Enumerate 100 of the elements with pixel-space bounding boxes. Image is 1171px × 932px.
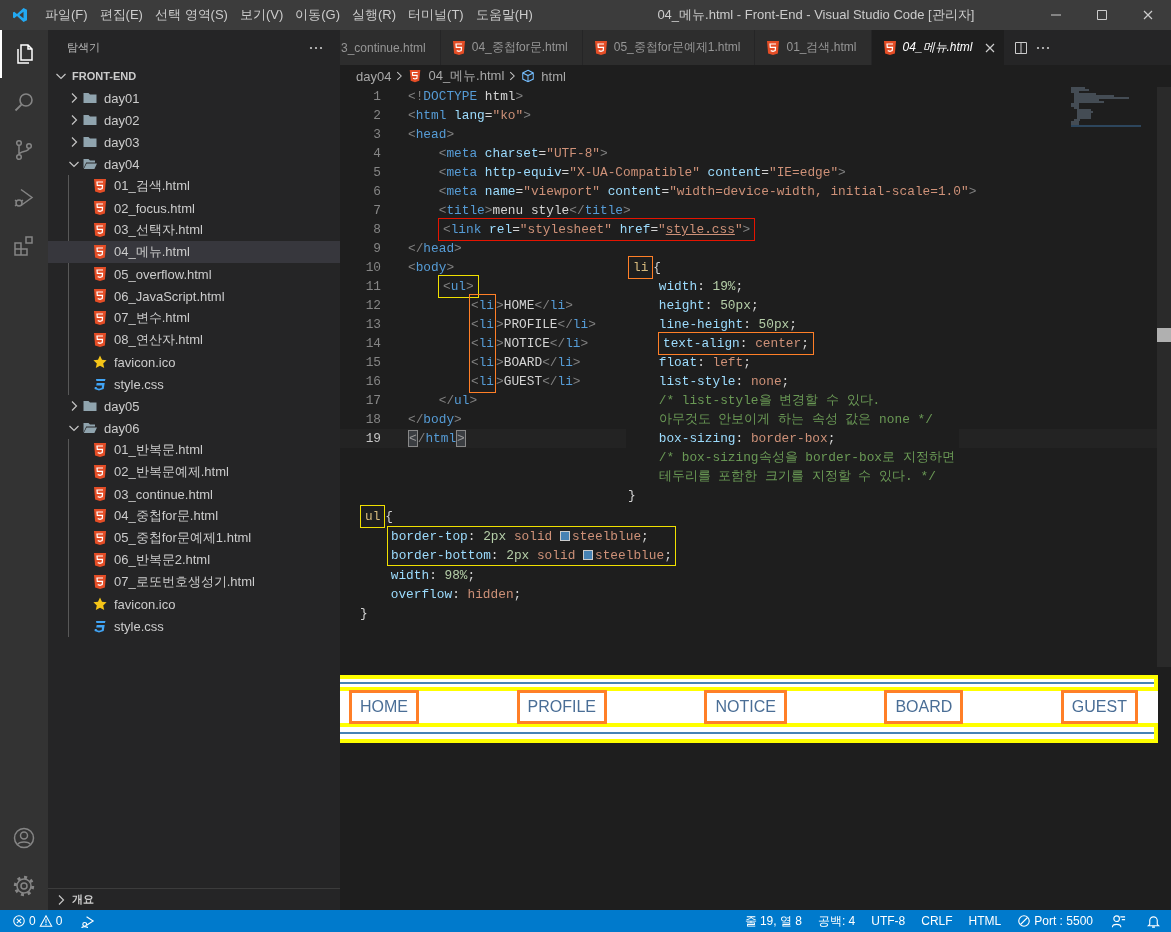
- tree-item[interactable]: 03_continue.html: [48, 483, 340, 505]
- star-icon: [92, 354, 108, 370]
- html-file-icon: [92, 486, 108, 502]
- tree-item[interactable]: style.css: [48, 615, 340, 637]
- html-file-icon: [92, 288, 108, 304]
- port-button[interactable]: Port : 5500: [1009, 910, 1101, 932]
- menu-item[interactable]: 터미널(T): [402, 0, 470, 30]
- tree-item[interactable]: day01: [48, 87, 340, 109]
- tree-item[interactable]: 01_검색.html: [48, 175, 340, 197]
- html-file-icon: [92, 266, 108, 282]
- tree-item[interactable]: style.css: [48, 373, 340, 395]
- html-file-icon: [92, 508, 108, 524]
- tree-item[interactable]: 08_연산자.html: [48, 329, 340, 351]
- css-file-icon: [92, 376, 108, 392]
- tree-item[interactable]: day06: [48, 417, 340, 439]
- code-line: width: 98%;: [389, 567, 476, 585]
- tree-item[interactable]: 06_반복문2.html: [48, 549, 340, 571]
- window-title: 04_메뉴.html - Front-End - Visual Studio Code [관리자]: [656, 6, 976, 24]
- tree-item[interactable]: day05: [48, 395, 340, 417]
- line-number: 14: [364, 335, 382, 353]
- code-line: box-sizing: border-box;: [657, 430, 836, 448]
- tree-item[interactable]: 06_JavaScript.html: [48, 285, 340, 307]
- code-line: <li>NOTICE</li>: [468, 334, 589, 353]
- code-line: <!DOCTYPE html>: [408, 88, 524, 106]
- panel-title: 탐색기: [67, 40, 100, 55]
- editor-tab[interactable]: 05_중첩for문예제1.html: [582, 30, 756, 65]
- folder-icon: [82, 134, 98, 150]
- line-number: 10: [364, 259, 382, 277]
- account-icon[interactable]: [12, 826, 36, 850]
- tree-item[interactable]: 01_반복문.html: [48, 439, 340, 461]
- minimize-icon: [1051, 14, 1061, 16]
- tree-item[interactable]: 07_변수.html: [48, 307, 340, 329]
- feedback-icon[interactable]: [1111, 913, 1126, 929]
- code-line: </head>: [408, 240, 462, 258]
- tree-item[interactable]: 04_메뉴.html: [48, 241, 340, 263]
- line-number: 17: [364, 392, 382, 410]
- menu-item[interactable]: 실행(R): [346, 0, 403, 30]
- tree-item[interactable]: 07_로또번호생성기.html: [48, 571, 340, 593]
- editor-tab[interactable]: 04_메뉴.html: [871, 30, 1005, 65]
- editor-tab[interactable]: 3_continue.html: [340, 30, 441, 65]
- line-number: 3: [372, 126, 382, 144]
- minimap-drawing[interactable]: [1071, 87, 1141, 127]
- code-line: <li>PROFILE</li>: [468, 315, 596, 334]
- bell-icon[interactable]: [1146, 913, 1161, 929]
- html-file-icon: [881, 39, 898, 56]
- html-file-icon: [92, 574, 108, 590]
- css-file-icon: [92, 618, 108, 634]
- scrollbar[interactable]: [1157, 87, 1171, 667]
- breadcrumb-item[interactable]: html: [520, 68, 566, 84]
- blocks-icon[interactable]: [12, 234, 36, 258]
- tree-item[interactable]: 02_반복문예제.html: [48, 461, 340, 483]
- code-line: <meta charset="UTF-8">: [437, 145, 608, 163]
- problems-button[interactable]: 0 0: [0, 910, 71, 932]
- html-file-icon: [92, 310, 108, 326]
- breadcrumb-item[interactable]: day04: [356, 68, 392, 84]
- menu-item[interactable]: 파일(F): [39, 0, 94, 30]
- status-item[interactable]: 공백: 4: [809, 910, 864, 932]
- menu-item[interactable]: 이동(G): [289, 0, 347, 30]
- status-item[interactable]: HTML: [960, 910, 1010, 932]
- breadcrumb-item[interactable]: 04_메뉴.html: [407, 67, 505, 85]
- open-folder-icon: [82, 420, 98, 436]
- folder-icon: [82, 398, 98, 414]
- tree-item[interactable]: 02_focus.html: [48, 197, 340, 219]
- play-bug-icon[interactable]: [12, 186, 36, 210]
- tree-item[interactable]: 03_선택자.html: [48, 219, 340, 241]
- code-line: /* list-style을 변경할 수 있다.: [657, 392, 881, 410]
- split-editor-icon[interactable]: [1012, 39, 1029, 56]
- menu-item[interactable]: 편집(E): [93, 0, 149, 30]
- status-item[interactable]: 줄 19, 열 8: [736, 910, 810, 932]
- line-number: 16: [364, 373, 382, 391]
- tree-item[interactable]: 04_중첩for문.html: [48, 505, 340, 527]
- status-item[interactable]: UTF-8: [863, 910, 914, 932]
- tree-item[interactable]: day03: [48, 131, 340, 153]
- settings-icon[interactable]: [12, 874, 36, 898]
- tree-item[interactable]: favicon.ico: [48, 593, 340, 615]
- line-number: 8: [372, 221, 382, 239]
- editor-tab[interactable]: 04_중첩for문.html: [440, 30, 583, 65]
- cube-icon: [521, 69, 536, 83]
- tree-item[interactable]: favicon.ico: [48, 351, 340, 373]
- menu-item[interactable]: 선택 영역(S): [148, 0, 234, 30]
- line-number: 5: [372, 164, 382, 182]
- html-file-icon: [92, 464, 108, 480]
- line-number: 7: [372, 202, 382, 220]
- menu-item[interactable]: 도움말(H): [469, 0, 539, 30]
- menu-item[interactable]: 보기(V): [233, 0, 290, 30]
- html-file-icon: [408, 69, 423, 83]
- search-icon[interactable]: [12, 90, 36, 114]
- status-item[interactable]: CRLF: [913, 910, 961, 932]
- tree-item[interactable]: 05_overflow.html: [48, 263, 340, 285]
- tree-item[interactable]: day02: [48, 109, 340, 131]
- code-line: <meta name="viewport" content="width=device-width, initial-scale=1.0">: [437, 183, 977, 201]
- tree-item[interactable]: 05_중첩for문예제1.html: [48, 527, 340, 549]
- section-header[interactable]: FRONT-END: [48, 65, 340, 87]
- folder-icon: [82, 112, 98, 128]
- line-number: 18: [364, 411, 382, 429]
- code-line: ul {: [360, 507, 394, 526]
- tree-item[interactable]: day04: [48, 153, 340, 175]
- star-icon: [92, 596, 108, 612]
- code-line: <li>HOME</li>: [408, 296, 573, 315]
- editor-tab[interactable]: 01_검색.html: [755, 30, 872, 65]
